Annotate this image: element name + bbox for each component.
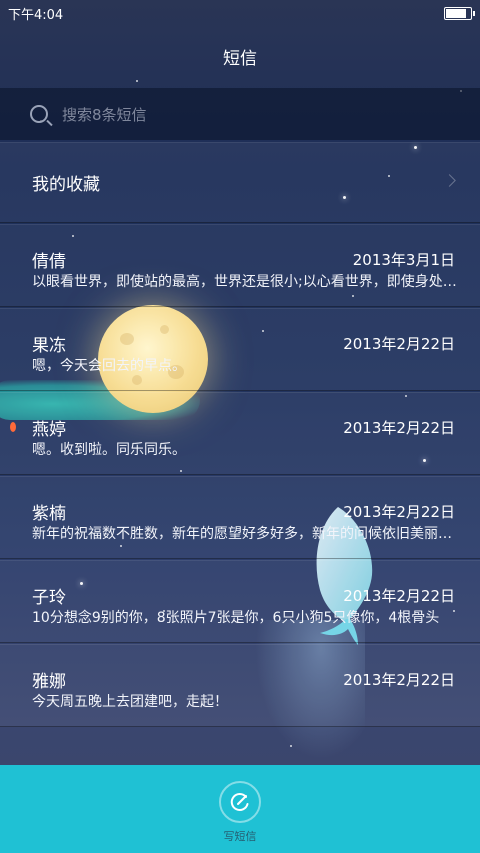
conversation-row[interactable]: 雅娜 2013年2月22日 今天周五晚上去团建吧，走起！ xyxy=(0,644,480,727)
page-title: 短信 xyxy=(223,49,257,69)
compose-label[interactable]: 写短信 xyxy=(224,828,257,844)
contact-name: 倩倩 xyxy=(32,252,66,272)
status-time: 下午4:04 xyxy=(8,7,64,23)
message-preview: 今天周五晚上去团建吧，走起！ xyxy=(32,694,228,710)
message-preview: 10分想念9别的你，8张照片7张是你，6只小狗5只像你，4根骨头 xyxy=(32,610,440,626)
contact-name: 果冻 xyxy=(32,336,66,356)
contact-name: 紫楠 xyxy=(32,504,66,524)
message-preview: 嗯。收到啦。同乐同乐。 xyxy=(32,442,186,458)
status-bar: 下午4:04 xyxy=(0,0,480,26)
conversation-row[interactable]: 子玲 2013年2月22日 10分想念9别的你，8张照片7张是你，6只小狗5只像… xyxy=(0,560,480,643)
message-date: 2013年2月22日 xyxy=(343,587,455,605)
contact-name: 雅娜 xyxy=(32,672,66,692)
battery-icon xyxy=(444,6,475,20)
message-preview: 新年的祝福数不胜数，新年的愿望好多好多，新年的问候依旧美丽如初 xyxy=(32,526,458,542)
compose-button[interactable] xyxy=(219,781,261,823)
search-bar[interactable]: 搜索8条短信 xyxy=(0,88,480,140)
chevron-right-icon xyxy=(443,174,456,187)
bottom-action-bar: 写短信 xyxy=(0,765,480,853)
favorites-label: 我的收藏 xyxy=(32,174,100,195)
message-date: 2013年2月22日 xyxy=(343,335,455,353)
message-date: 2013年3月1日 xyxy=(352,251,455,269)
contact-name: 子玲 xyxy=(32,588,66,608)
message-preview: 以眼看世界，即使站的最高，世界还是很小;以心看世界，即使身处最卑微的地方 xyxy=(32,274,458,290)
message-date: 2013年2月22日 xyxy=(343,419,455,437)
favorites-row[interactable]: 我的收藏 xyxy=(0,142,480,223)
message-date: 2013年2月22日 xyxy=(343,671,455,689)
conversation-row[interactable]: 果冻 2013年2月22日 嗯，今天会回去的早点。 xyxy=(0,308,480,391)
message-date: 2013年2月22日 xyxy=(343,503,455,521)
unread-dot xyxy=(10,422,16,432)
search-icon xyxy=(30,105,48,123)
contact-name: 燕婷 xyxy=(32,420,66,440)
search-placeholder[interactable]: 搜索8条短信 xyxy=(62,104,147,125)
message-preview: 嗯，今天会回去的早点。 xyxy=(32,358,186,374)
compose-icon xyxy=(230,793,249,811)
conversation-row[interactable]: 紫楠 2013年2月22日 新年的祝福数不胜数，新年的愿望好多好多，新年的问候依… xyxy=(0,476,480,559)
conversation-row[interactable]: 倩倩 2013年3月1日 以眼看世界，即使站的最高，世界还是很小;以心看世界，即… xyxy=(0,224,480,307)
conversation-row[interactable]: 燕婷 2013年2月22日 嗯。收到啦。同乐同乐。 xyxy=(0,392,480,475)
